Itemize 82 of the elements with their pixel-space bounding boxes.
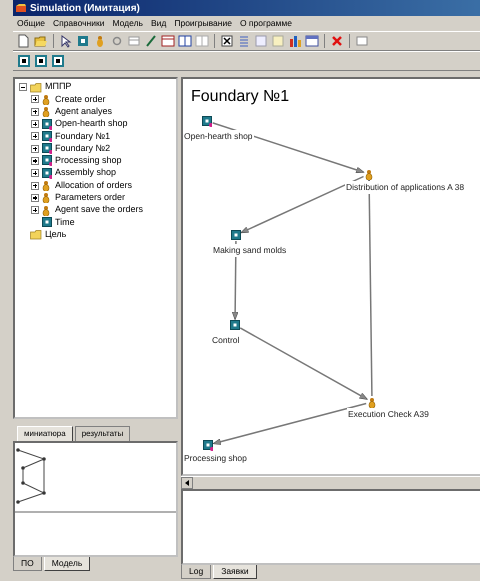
menu-item[interactable]: Модель (112, 17, 143, 30)
tree-item[interactable]: Open-hearth shop (55, 117, 128, 131)
diagram-title: Foundary №1 (191, 87, 290, 107)
tab[interactable]: результаты (74, 426, 130, 441)
node-label: Distribution of applications A 38 (345, 181, 466, 194)
window-icon[interactable] (355, 34, 369, 48)
square-node-icon[interactable] (202, 116, 212, 127)
square-node-icon[interactable] (203, 440, 213, 451)
expander-icon[interactable] (31, 206, 39, 214)
figure-icon[interactable] (365, 169, 373, 180)
window-title: Simulation (Имитация) (30, 2, 140, 16)
tree-item[interactable]: Time (55, 216, 75, 230)
close-icon[interactable] (330, 34, 344, 48)
figure-icon (42, 192, 52, 204)
node-view-icon[interactable] (17, 54, 31, 68)
left-arrow-icon[interactable] (184, 480, 190, 486)
tree-item[interactable]: Foundary №1 (55, 130, 110, 144)
menu-item[interactable]: Вид (150, 17, 166, 30)
pointer-icon[interactable] (59, 34, 73, 48)
expander-icon[interactable] (31, 156, 39, 165)
square-node-icon (42, 216, 52, 228)
tab[interactable]: Заявки (213, 565, 257, 580)
tab[interactable]: Log (181, 565, 212, 580)
line-tool-icon[interactable] (144, 34, 158, 48)
square-node-icon (42, 155, 52, 166)
folder-icon (30, 229, 42, 240)
node-view-icon[interactable] (34, 54, 48, 68)
figure-icon[interactable] (368, 397, 376, 408)
tree-item[interactable]: Agent analyes (55, 105, 112, 118)
square-node-icon (42, 168, 52, 179)
tree-item[interactable]: Create order (55, 92, 106, 106)
bar-chart-icon[interactable] (288, 34, 302, 48)
minimap-drawing (16, 448, 46, 504)
rectangle-icon[interactable] (127, 34, 141, 48)
tree-item[interactable]: Assembly shop (55, 166, 116, 180)
figure-icon (42, 204, 52, 216)
expander-icon[interactable] (31, 132, 39, 140)
horizontal-scrollbar[interactable] (181, 476, 480, 489)
figure-icon (42, 94, 52, 105)
expander-icon[interactable] (31, 120, 39, 128)
node-label: Processing shop (183, 452, 248, 465)
square-node-icon[interactable] (230, 320, 240, 331)
square-node-icon (42, 118, 52, 130)
menu-item[interactable]: Справочники (52, 17, 104, 30)
tab[interactable]: ПО (13, 557, 42, 572)
figure-icon (42, 180, 52, 192)
expander-icon[interactable] (31, 108, 39, 116)
expander-icon[interactable] (19, 83, 27, 92)
tree-item[interactable]: МППР (45, 80, 72, 94)
square-node-icon[interactable] (76, 34, 90, 48)
menu-item[interactable]: Проигрывание (174, 17, 232, 30)
square-node-icon[interactable] (231, 230, 241, 241)
expander-icon[interactable] (31, 194, 39, 202)
menu-item[interactable]: О программе (240, 17, 292, 30)
table-icon[interactable] (178, 34, 192, 48)
node-label: Making sand molds (212, 244, 288, 257)
cross-box-icon[interactable] (220, 34, 234, 48)
window-icon[interactable] (305, 34, 319, 48)
node-view-icon[interactable] (51, 54, 65, 68)
app-icon (15, 3, 27, 13)
tab[interactable]: миниатюра (17, 426, 73, 441)
new-file-icon[interactable] (17, 34, 31, 48)
table-icon[interactable] (161, 34, 175, 48)
tree-item[interactable]: Agent save the orders (55, 203, 144, 217)
expander-icon[interactable] (31, 169, 39, 178)
expander-icon[interactable] (31, 144, 39, 153)
tree-item[interactable]: Parameters order (55, 191, 126, 205)
expander-icon[interactable] (31, 95, 39, 104)
square-node-icon (42, 130, 52, 142)
tree-item[interactable]: Processing shop (55, 154, 122, 168)
tree-item[interactable]: Foundary №2 (55, 142, 110, 156)
node-label: Open-hearth shop (183, 130, 254, 143)
list-icon[interactable] (237, 34, 251, 48)
open-folder-icon[interactable] (34, 34, 48, 48)
tree-item[interactable]: Allocation of orders (55, 178, 132, 192)
expander-icon[interactable] (31, 182, 39, 190)
figure-icon (42, 106, 52, 118)
menu-item[interactable]: Общие (17, 17, 45, 30)
square-node-icon (42, 143, 52, 154)
tab[interactable]: Модель (44, 557, 90, 572)
tree-item[interactable]: Цель (45, 228, 66, 242)
folder-icon (30, 82, 42, 93)
